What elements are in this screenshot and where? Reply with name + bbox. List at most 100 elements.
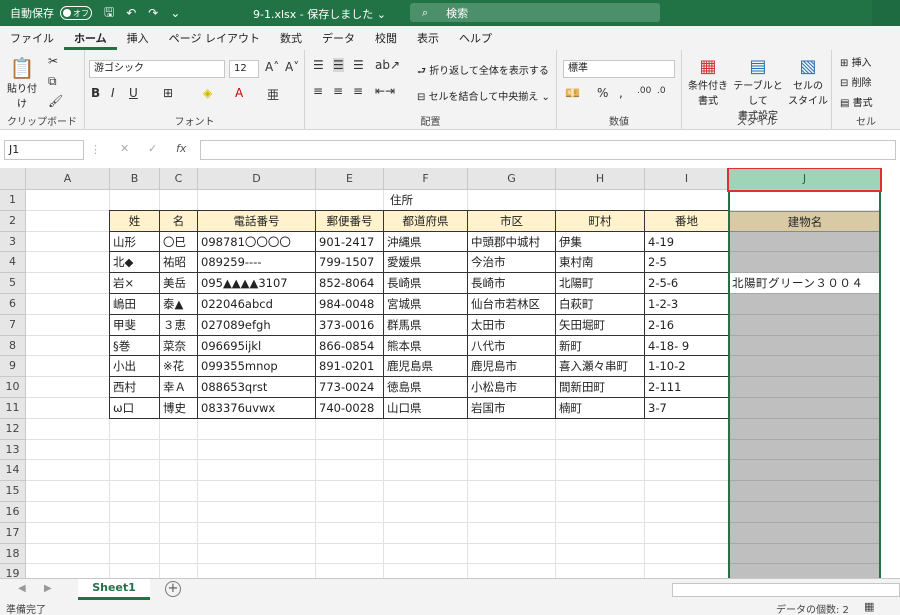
table-cell[interactable]: 沖縄県: [384, 231, 468, 253]
cell[interactable]: [26, 294, 110, 315]
table-cell[interactable]: 2-111: [645, 377, 729, 398]
name-box[interactable]: J1: [4, 140, 84, 160]
cell[interactable]: [26, 439, 110, 461]
table-cell[interactable]: 098781〇〇〇〇: [198, 231, 316, 253]
cell[interactable]: [384, 418, 468, 440]
table-cell[interactable]: 群馬県: [384, 314, 468, 336]
cell[interactable]: [468, 460, 556, 482]
cell[interactable]: [198, 439, 316, 461]
cell-j11[interactable]: [729, 398, 881, 419]
table-header[interactable]: 郵便番号: [316, 210, 384, 232]
align-middle-icon[interactable]: ☰: [333, 58, 344, 72]
wrap-text-button[interactable]: ⮐ 折り返して全体を表示する: [417, 62, 549, 81]
table-cell[interactable]: 間新田町: [556, 377, 645, 398]
underline-icon[interactable]: U: [129, 86, 138, 100]
save-icon[interactable]: 🖫: [104, 3, 114, 24]
cell[interactable]: [198, 190, 316, 211]
table-cell[interactable]: 山口県: [384, 398, 468, 419]
table-cell[interactable]: 東村南: [556, 252, 645, 274]
align-center-icon[interactable]: ≡: [333, 84, 343, 98]
add-sheet-icon[interactable]: +: [165, 581, 181, 597]
row-header-9[interactable]: 9: [0, 356, 26, 378]
cell[interactable]: [556, 481, 645, 502]
enter-icon[interactable]: ✓: [148, 142, 157, 155]
cell[interactable]: [645, 502, 729, 523]
worksheet-grid[interactable]: A B C D E F G H I J 1 2 3 4 5 6 7 8 9 10 11 12 13 14 15 16 17 18 19 建…: [0, 168, 900, 578]
cell-j9[interactable]: [729, 356, 881, 378]
table-cell[interactable]: 鹿児島市: [468, 356, 556, 378]
cell[interactable]: [556, 502, 645, 523]
horizontal-scrollbar[interactable]: [672, 583, 900, 597]
table-cell[interactable]: 022046abcd: [198, 294, 316, 315]
increase-decimal-icon[interactable]: .00: [637, 86, 651, 96]
table-cell[interactable]: 甲斐: [110, 314, 160, 336]
orientation-icon[interactable]: ab↗: [375, 58, 400, 72]
cancel-icon[interactable]: ✕: [120, 142, 129, 155]
row-header-14[interactable]: 14: [0, 460, 26, 482]
table-cell[interactable]: 太田市: [468, 314, 556, 336]
table-cell[interactable]: 仙台市若林区: [468, 294, 556, 315]
borders-icon[interactable]: ⊞: [163, 86, 173, 100]
shrink-font-icon[interactable]: A˅: [285, 60, 299, 74]
cell[interactable]: [316, 190, 384, 211]
comma-icon[interactable]: ,: [619, 86, 623, 100]
cell[interactable]: [556, 418, 645, 440]
cell[interactable]: [556, 439, 645, 461]
table-cell[interactable]: 新町: [556, 335, 645, 357]
tab-3[interactable]: ページ レイアウト: [159, 28, 270, 50]
cell[interactable]: [198, 564, 316, 578]
cell[interactable]: [645, 543, 729, 565]
cell[interactable]: [110, 522, 160, 544]
table-cell[interactable]: 北◆: [110, 252, 160, 274]
cell[interactable]: [110, 190, 160, 211]
cell[interactable]: [26, 210, 110, 232]
copy-icon[interactable]: ⧉: [48, 74, 57, 89]
cell[interactable]: [556, 564, 645, 578]
cell[interactable]: [198, 502, 316, 523]
cell[interactable]: [26, 460, 110, 482]
paste-button[interactable]: 📋 貼り付け: [4, 56, 40, 110]
row-header-12[interactable]: 12: [0, 418, 26, 440]
table-cell[interactable]: 白萩町: [556, 294, 645, 315]
align-right-icon[interactable]: ≡: [353, 84, 363, 98]
cell[interactable]: [26, 418, 110, 440]
table-cell[interactable]: 山形: [110, 231, 160, 253]
table-cell[interactable]: 740-0028: [316, 398, 384, 419]
cell[interactable]: [316, 418, 384, 440]
format-cells-button[interactable]: ▤ 書式: [840, 94, 873, 109]
table-cell[interactable]: 373-0016: [316, 314, 384, 336]
table-cell[interactable]: 伊集: [556, 231, 645, 253]
tab-7[interactable]: 表示: [407, 28, 449, 50]
table-header[interactable]: 電話番号: [198, 210, 316, 232]
column-header-j[interactable]: J: [729, 168, 881, 190]
undo-icon[interactable]: ↶: [126, 6, 136, 20]
align-bottom-icon[interactable]: ☰: [353, 58, 364, 72]
cell[interactable]: [26, 252, 110, 274]
cell-j17[interactable]: [729, 522, 881, 544]
cell[interactable]: [468, 418, 556, 440]
table-cell[interactable]: 宮城県: [384, 294, 468, 315]
cell[interactable]: [160, 460, 198, 482]
table-cell[interactable]: 長崎県: [384, 273, 468, 294]
cell[interactable]: [110, 439, 160, 461]
insert-function-icon[interactable]: fx: [176, 142, 186, 155]
column-header-i[interactable]: I: [645, 168, 729, 190]
cell[interactable]: [468, 543, 556, 565]
cell[interactable]: [556, 543, 645, 565]
cell[interactable]: [26, 335, 110, 357]
cell[interactable]: [384, 564, 468, 578]
cell-j3[interactable]: [729, 231, 881, 253]
table-cell[interactable]: 徳島県: [384, 377, 468, 398]
cell-j18[interactable]: [729, 543, 881, 565]
cell[interactable]: [556, 522, 645, 544]
cell[interactable]: [384, 522, 468, 544]
row-header-3[interactable]: 3: [0, 231, 26, 253]
bold-icon[interactable]: B: [91, 86, 100, 100]
column-header-h[interactable]: H: [556, 168, 645, 190]
column-header-a[interactable]: A: [26, 168, 110, 190]
formula-input[interactable]: [200, 140, 896, 160]
table-cell[interactable]: 027089efgh: [198, 314, 316, 336]
row-header-15[interactable]: 15: [0, 481, 26, 502]
tab-4[interactable]: 数式: [270, 28, 312, 50]
insert-cells-button[interactable]: ⊞ 挿入: [840, 54, 872, 69]
